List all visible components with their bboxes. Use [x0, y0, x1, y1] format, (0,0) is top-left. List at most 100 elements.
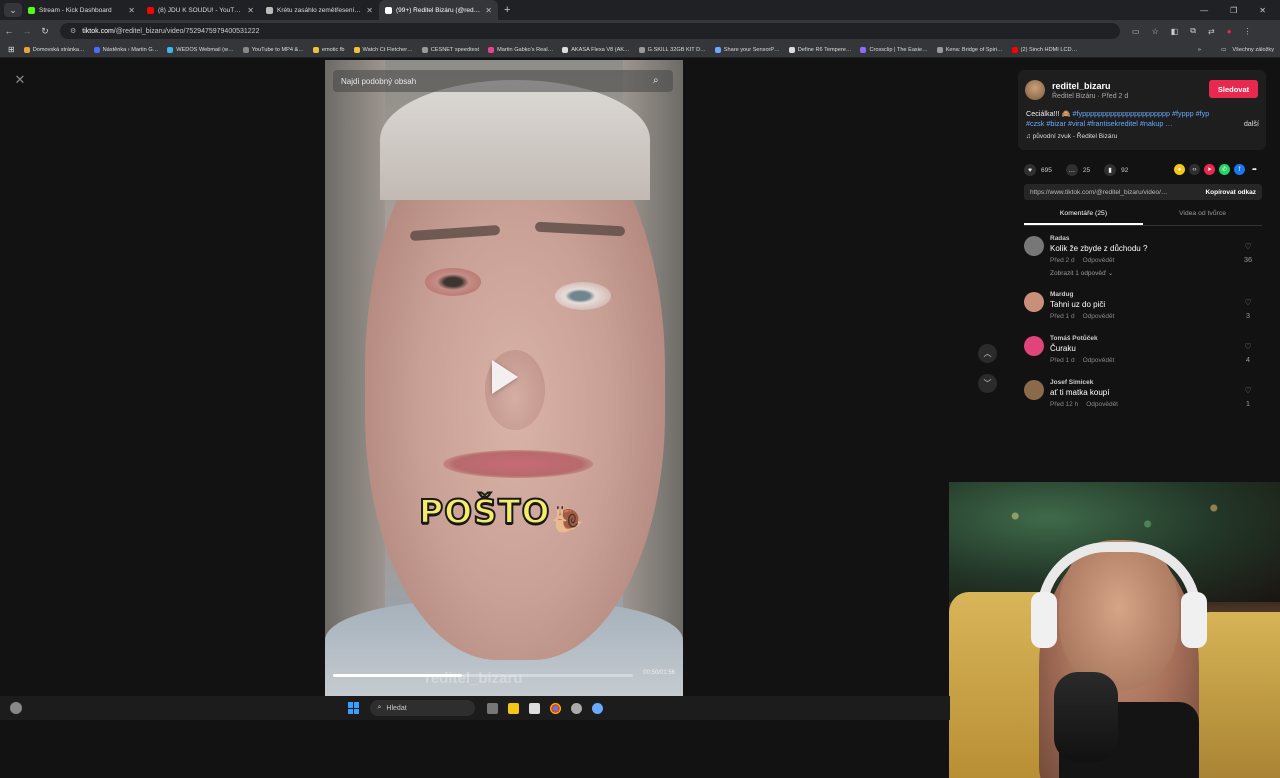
- minimize-icon[interactable]: —: [1200, 6, 1208, 15]
- bookmark-item[interactable]: Watch Ct Fletcher…: [353, 46, 413, 53]
- close-tab-icon[interactable]: ✕: [128, 6, 135, 15]
- similar-content-search[interactable]: Najdi podobný obsah ⌕: [333, 70, 673, 92]
- whatsapp-icon[interactable]: ✆: [1219, 164, 1230, 175]
- browser-tab[interactable]: Krétu zasáhlo zemětřesení, škod… ✕: [260, 0, 379, 20]
- reply-link[interactable]: Odpovědět: [1083, 313, 1115, 320]
- kick-icon: [28, 6, 35, 14]
- bookmark-item[interactable]: (2) Sinch HDMI LCD…: [1011, 46, 1077, 53]
- next-video-button[interactable]: ﹀: [978, 374, 997, 393]
- weather-icon[interactable]: [10, 702, 22, 714]
- chrome-icon[interactable]: [549, 702, 561, 714]
- tab-comments[interactable]: Komentáře (25): [1024, 210, 1143, 225]
- send-icon[interactable]: ➤: [1204, 164, 1215, 175]
- copy-link-button[interactable]: Kopírovat odkaz: [1205, 189, 1262, 196]
- comment-heart-icon[interactable]: ♡: [1242, 386, 1254, 395]
- maximize-icon[interactable]: ❐: [1230, 6, 1237, 15]
- bookmark-star-icon[interactable]: ☆: [1152, 27, 1159, 36]
- hashtags[interactable]: #fypppppppppppppppppppppp #fyppp #fyp: [1073, 109, 1210, 118]
- comment-stat[interactable]: … 25: [1065, 164, 1090, 176]
- new-tab-icon[interactable]: +: [504, 4, 510, 16]
- play-icon[interactable]: [492, 360, 518, 394]
- tab-creator-videos[interactable]: Videa od tvůrce: [1143, 210, 1262, 225]
- profile-icon[interactable]: ●: [1227, 27, 1232, 36]
- author-username[interactable]: reditel_bizaru: [1052, 81, 1111, 91]
- facebook-icon[interactable]: f: [1234, 164, 1245, 175]
- task-view-icon[interactable]: [486, 702, 498, 714]
- search-icon[interactable]: ⌕: [653, 75, 665, 87]
- sound-link[interactable]: ♫ původní zvuk - Ředitel Bizáru: [1026, 133, 1117, 140]
- comment-heart-icon[interactable]: ♡: [1242, 298, 1254, 307]
- close-tab-icon[interactable]: ✕: [247, 6, 254, 15]
- bookmark-item[interactable]: Domovská stránka…: [23, 46, 85, 53]
- bookmark-item[interactable]: Share your SensorP…: [714, 46, 780, 53]
- bookmark-item[interactable]: Kena: Bridge of Spiri…: [936, 46, 1003, 53]
- close-tab-icon[interactable]: ✕: [485, 6, 492, 15]
- bookmark-item[interactable]: WEDOS Webmail (w…: [167, 46, 234, 53]
- back-icon[interactable]: ←: [0, 26, 18, 36]
- close-icon[interactable]: ✕: [12, 72, 28, 88]
- bookmark-item[interactable]: YouTube to MP4 &…: [242, 46, 304, 53]
- commenter-name[interactable]: Radas: [1050, 235, 1070, 242]
- start-icon[interactable]: [347, 702, 360, 714]
- store-icon[interactable]: [528, 702, 540, 714]
- like-stat[interactable]: ♥ 695: [1024, 164, 1052, 176]
- hashtags[interactable]: #czsk #bizar #viral #frantisekreditel #n…: [1026, 119, 1173, 128]
- bookmark-item[interactable]: G.SKILL 32GB KIT D…: [638, 46, 706, 53]
- bookmarks-more[interactable]: »: [1198, 47, 1201, 53]
- commenter-avatar[interactable]: [1024, 292, 1044, 312]
- all-bookmarks[interactable]: Všechny záložky: [1232, 47, 1274, 53]
- view-replies-link[interactable]: Zobrazit 1 odpověď ⌄: [1050, 269, 1113, 277]
- embed-icon[interactable]: ‹›: [1189, 164, 1200, 175]
- settings-icon[interactable]: [591, 702, 603, 714]
- browser-tab-active[interactable]: (99+) Ředitel Bizáru (@reditel_b… ✕: [379, 0, 498, 20]
- url-field[interactable]: ⚙ tiktok.com /@reditel_bizaru/video/7529…: [60, 23, 1120, 39]
- comment-heart-icon[interactable]: ♡: [1242, 342, 1254, 351]
- browser-tab[interactable]: (8) JDU K SOUDU! - YouTube ✕: [141, 0, 260, 20]
- save-stat[interactable]: ▮ 92: [1104, 164, 1128, 176]
- follow-button[interactable]: Sledovat: [1209, 80, 1258, 98]
- video-player[interactable]: Najdi podobný obsah ⌕ POŠTO 🐌 reditel_bi…: [325, 60, 683, 696]
- bookmark-item[interactable]: Crossclip | The Easie…: [860, 46, 928, 53]
- reload-icon[interactable]: ↻: [36, 26, 54, 37]
- bookmark-item[interactable]: emotic fb: [312, 46, 345, 53]
- previous-video-button[interactable]: ︿: [978, 344, 997, 363]
- apps-icon[interactable]: ⊞: [8, 45, 15, 54]
- cast-icon[interactable]: ▭: [1132, 27, 1140, 36]
- coin-icon[interactable]: ●: [1174, 164, 1185, 175]
- browser-tab[interactable]: Stream - Kick Dashboard ✕: [22, 0, 141, 20]
- reply-link[interactable]: Odpovědět: [1083, 257, 1115, 264]
- extensions-puzzle-icon[interactable]: ⧉: [1190, 26, 1196, 36]
- tab-title: Stream - Kick Dashboard: [39, 6, 112, 14]
- taskbar-search[interactable]: ⌕ Hledat: [369, 700, 475, 716]
- share-icon[interactable]: ➦: [1249, 164, 1260, 175]
- close-tab-icon[interactable]: ✕: [366, 6, 373, 15]
- reply-link[interactable]: Odpovědět: [1086, 401, 1118, 408]
- commenter-name[interactable]: Josef Simicek: [1050, 379, 1093, 386]
- tab-search-button[interactable]: ⌄: [4, 3, 22, 17]
- app-icon[interactable]: [570, 702, 582, 714]
- bookmark-item[interactable]: CESNET speedtest: [421, 46, 479, 53]
- commenter-avatar[interactable]: [1024, 336, 1044, 356]
- commenter-name[interactable]: Tomáš Potůček: [1050, 335, 1098, 342]
- address-toolbar: ← → ↻ ⚙ tiktok.com /@reditel_bizaru/vide…: [0, 20, 1280, 42]
- bookmark-item[interactable]: Nástěnka › Martin G…: [93, 46, 158, 53]
- browser-tab-bar: ⌄ Stream - Kick Dashboard ✕ (8) JDU K SO…: [0, 0, 1280, 20]
- avatar[interactable]: [1025, 80, 1045, 100]
- browser-menu-icon[interactable]: ⋮: [1244, 27, 1252, 36]
- commenter-avatar[interactable]: [1024, 380, 1044, 400]
- commenter-avatar[interactable]: [1024, 236, 1044, 256]
- commenter-name[interactable]: Mardug: [1050, 291, 1073, 298]
- reply-link[interactable]: Odpovědět: [1083, 357, 1115, 364]
- bookmark-item[interactable]: Define R6 Tempere…: [788, 46, 851, 53]
- bookmark-item[interactable]: AKASA Flexa V8 (AK…: [562, 46, 630, 53]
- close-window-icon[interactable]: ✕: [1259, 6, 1266, 15]
- comment-heart-icon[interactable]: ♡: [1242, 242, 1254, 251]
- bookmark-item[interactable]: Martin Gabko's Real…: [488, 46, 553, 53]
- extension-icon[interactable]: ◧: [1171, 27, 1179, 36]
- translate-icon[interactable]: ⇄: [1208, 27, 1215, 36]
- site-info-icon[interactable]: ⚙: [70, 27, 76, 35]
- more-link[interactable]: další: [1244, 119, 1259, 129]
- video-progress-bar[interactable]: [333, 674, 633, 677]
- forward-icon[interactable]: →: [18, 26, 36, 36]
- file-explorer-icon[interactable]: [507, 702, 519, 714]
